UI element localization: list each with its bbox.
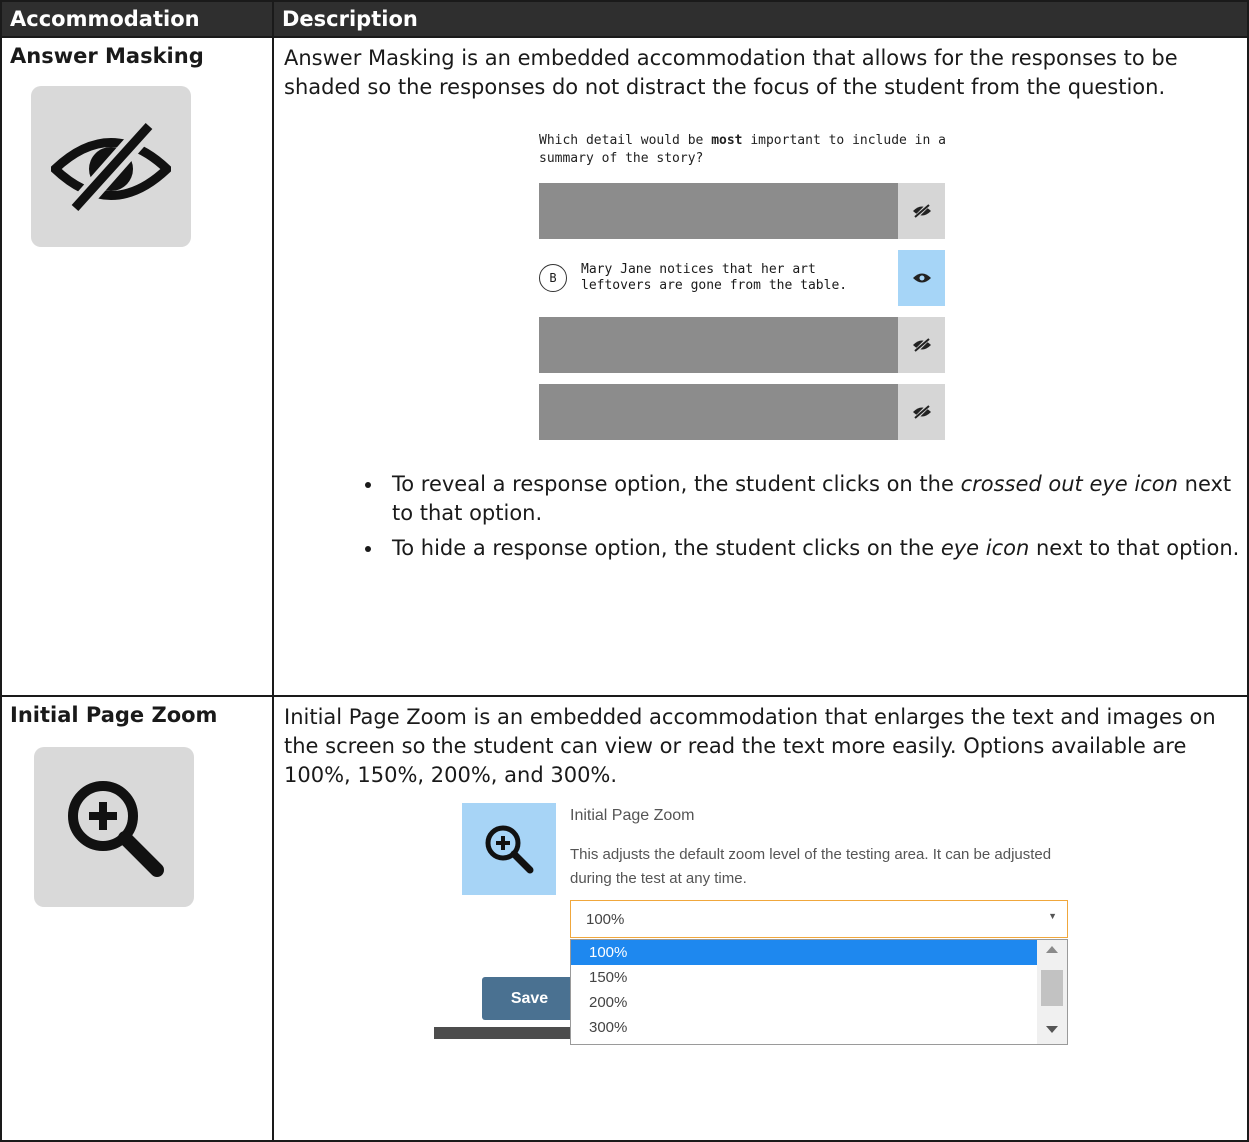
scroll-down-icon[interactable] <box>1046 1026 1058 1033</box>
description-cell: Answer Masking is an embedded accommodat… <box>272 36 1249 697</box>
zoom-options-dropdown: 100% 150% 200% 300% <box>570 939 1068 1045</box>
page-zoom-example: Initial Page Zoom This adjusts the defau… <box>434 803 1074 1093</box>
eye-slash-icon <box>31 86 191 247</box>
bullet-emphasis: crossed out eye icon <box>960 472 1178 496</box>
crossed-eye-icon[interactable] <box>898 317 945 373</box>
save-button[interactable]: Save <box>482 977 577 1020</box>
crossed-eye-icon[interactable] <box>898 183 945 239</box>
accommodation-cell: Initial Page Zoom <box>0 695 274 1142</box>
zoom-in-icon <box>34 747 194 907</box>
zoom-option-150[interactable]: 150% <box>571 965 1039 990</box>
question-text: Which detail would be most important to … <box>539 132 949 168</box>
mask-overlay <box>539 183 898 239</box>
list-item: To reveal a response option, the student… <box>384 470 1247 528</box>
option-text: Mary Jane notices that her art leftovers… <box>581 262 848 293</box>
zoom-level-select[interactable]: 100% ▼ <box>570 900 1068 938</box>
question-emphasis: most <box>711 133 743 148</box>
zoom-option-100[interactable]: 100% <box>571 940 1041 965</box>
bullet-text: To reveal a response option, the student… <box>392 472 961 496</box>
instruction-list: To reveal a response option, the student… <box>274 470 1247 563</box>
scroll-thumb[interactable] <box>1041 970 1063 1006</box>
revealed-option-b: B Mary Jane notices that her art leftove… <box>539 250 949 306</box>
table-row: Answer Masking Answer Masking is an embe… <box>0 36 1249 697</box>
bullet-emphasis: eye icon <box>940 536 1030 560</box>
answer-masking-example: Which detail would be most important to … <box>539 132 949 440</box>
description-text: Initial Page Zoom is an embedded accommo… <box>284 705 1216 787</box>
list-item: To hide a response option, the student c… <box>384 534 1247 563</box>
setting-title: Initial Page Zoom <box>570 807 695 824</box>
accommodation-cell: Answer Masking <box>0 36 274 697</box>
header-description: Description <box>272 0 1249 38</box>
zoom-option-200[interactable]: 200% <box>571 990 1039 1015</box>
bullet-text: To hide a response option, the student c… <box>392 536 941 560</box>
masked-option-d <box>539 384 949 440</box>
footer-bar <box>434 1027 571 1039</box>
eye-icon[interactable] <box>898 250 945 306</box>
description-cell: Initial Page Zoom is an embedded accommo… <box>272 695 1249 1142</box>
table-header-row: Accommodation Description <box>0 0 1249 38</box>
scroll-up-icon[interactable] <box>1046 946 1058 953</box>
zoom-option-300[interactable]: 300% <box>571 1015 1039 1040</box>
zoom-in-icon <box>462 803 556 895</box>
accommodation-name: Initial Page Zoom <box>10 703 218 727</box>
description-text: Answer Masking is an embedded accommodat… <box>284 46 1178 99</box>
option-body[interactable]: B Mary Jane notices that her art leftove… <box>539 250 898 306</box>
dropdown-scrollbar[interactable] <box>1037 940 1067 1044</box>
crossed-eye-icon[interactable] <box>898 384 945 440</box>
setting-help-text: This adjusts the default zoom level of t… <box>570 846 1052 887</box>
chevron-down-icon: ▼ <box>1048 911 1057 921</box>
accommodations-table: Accommodation Description Answer Masking… <box>0 0 1249 1142</box>
question-part: Which detail would be <box>539 133 712 148</box>
selected-value: 100% <box>586 910 625 928</box>
mask-overlay <box>539 384 898 440</box>
table-row: Initial Page Zoom Initial Page Zoom is a… <box>0 695 1249 1142</box>
bullet-text: next to that option. <box>1029 536 1240 560</box>
mask-overlay <box>539 317 898 373</box>
accommodation-name: Answer Masking <box>10 44 204 68</box>
header-accommodation: Accommodation <box>0 0 274 38</box>
masked-option-c <box>539 317 949 373</box>
masked-option-a <box>539 183 949 239</box>
option-letter: B <box>539 264 567 292</box>
